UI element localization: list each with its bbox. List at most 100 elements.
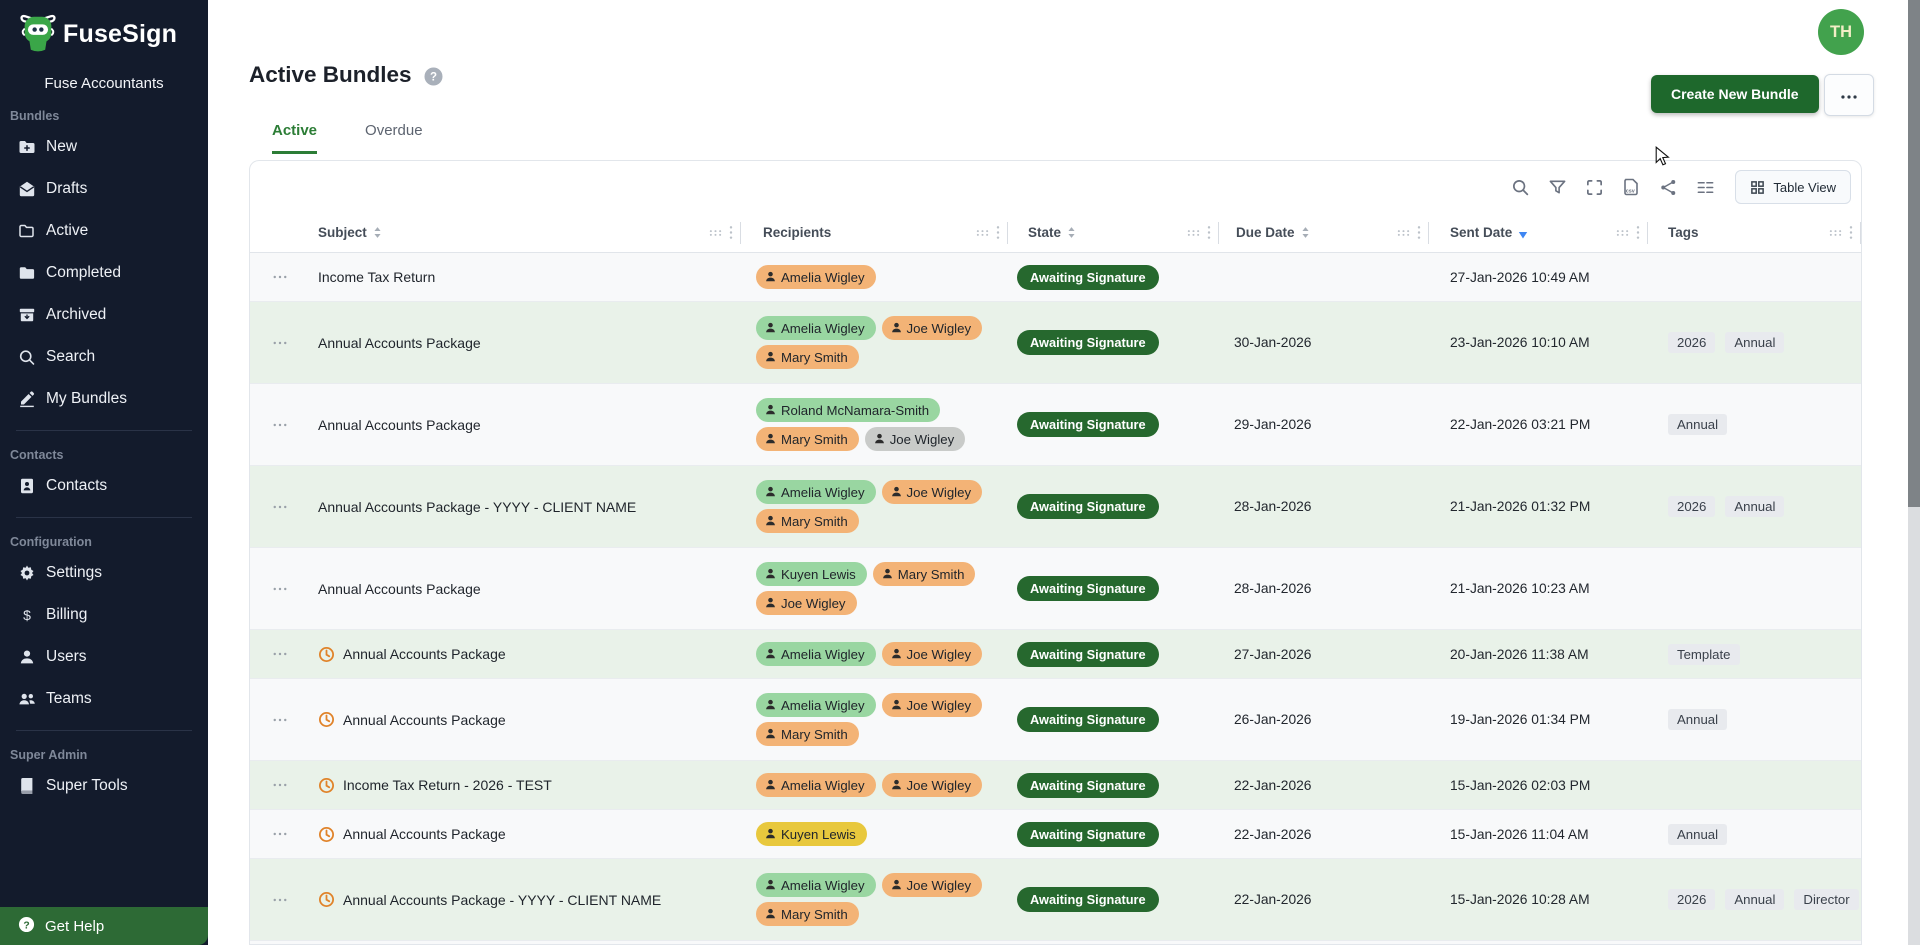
recipient-chip[interactable]: Joe Wigley <box>882 480 983 504</box>
row-menu-button[interactable] <box>269 501 291 513</box>
tag: Annual <box>1725 332 1784 353</box>
column-handles[interactable] <box>976 225 1000 240</box>
recipient-chip[interactable]: Mary Smith <box>873 562 976 586</box>
row-menu-button[interactable] <box>269 828 291 840</box>
sidebar-item-billing[interactable]: $Billing <box>0 594 208 636</box>
recipient-chip[interactable]: Amelia Wigley <box>756 642 876 666</box>
column-header-due-date[interactable]: Due Date <box>1219 213 1429 252</box>
table-row[interactable]: Annual Accounts Package Roland McNamara-S… <box>250 384 1861 466</box>
column-handles[interactable] <box>709 225 733 240</box>
table-row[interactable]: Annual Accounts PackageAmelia WigleyJoe … <box>250 302 1861 384</box>
recipient-chip[interactable]: Joe Wigley <box>882 773 983 797</box>
sidebar-item-drafts[interactable]: Drafts <box>0 168 208 210</box>
row-density-button[interactable] <box>1691 173 1719 201</box>
app-logo[interactable]: FuseSign <box>0 0 208 59</box>
recipient-chip[interactable]: Amelia Wigley <box>756 480 876 504</box>
column-handles[interactable] <box>1829 225 1853 240</box>
recipient-chip[interactable]: Joe Wigley <box>882 316 983 340</box>
row-actions-cell <box>250 761 310 809</box>
page-more-button[interactable] <box>1824 74 1874 116</box>
sidebar-item-settings[interactable]: Settings <box>0 552 208 594</box>
row-menu-button[interactable] <box>269 779 291 791</box>
table-row[interactable]: Income Tax Return - 2026 - TESTAmelia Wi… <box>250 761 1861 810</box>
create-new-bundle-button[interactable]: Create New Bundle <box>1651 75 1819 113</box>
recipient-chip[interactable]: Amelia Wigley <box>756 773 876 797</box>
recipient-chip[interactable]: Joe Wigley <box>882 642 983 666</box>
recipient-chip[interactable]: Mary Smith <box>756 722 859 746</box>
table-row[interactable]: Annual Accounts Package Amelia WigleyJoe … <box>250 679 1861 761</box>
recipients-cell: Amelia WigleyJoe Wigley Mary Smith <box>741 302 1008 383</box>
recipient-chip[interactable]: Amelia Wigley <box>756 693 876 717</box>
recipient-chip[interactable]: Amelia Wigley <box>756 265 876 289</box>
column-header-subject[interactable]: Subject <box>310 213 741 252</box>
sidebar-item-super-tools[interactable]: Super Tools <box>0 765 208 807</box>
recipient-chip[interactable]: Amelia Wigley <box>756 316 876 340</box>
fullscreen-button[interactable] <box>1580 173 1608 201</box>
recipient-chip[interactable]: Joe Wigley <box>882 693 983 717</box>
column-header-state[interactable]: State <box>1008 213 1219 252</box>
table-row[interactable]: Annual Accounts PackageKuyen LewisMary S… <box>250 548 1861 630</box>
recipient-chip[interactable]: Mary Smith <box>756 902 859 926</box>
recipient-chip[interactable]: Joe Wigley <box>756 591 857 615</box>
subject-text: Annual Accounts Package <box>318 417 481 433</box>
column-header-recipients[interactable]: Recipients <box>741 213 1008 252</box>
tab-overdue[interactable]: Overdue <box>365 122 423 154</box>
vertical-scrollbar[interactable] <box>1908 0 1920 945</box>
tag: Annual <box>1668 824 1727 845</box>
scrollbar-thumb[interactable] <box>1908 0 1920 507</box>
subject-text: Annual Accounts Package <box>343 712 506 728</box>
recipient-chip[interactable]: Mary Smith <box>756 427 859 451</box>
recipient-chip[interactable]: Mary Smith <box>756 509 859 533</box>
table-row[interactable]: Annual Accounts Package - YYYY - CLIENT … <box>250 859 1861 941</box>
row-menu-button[interactable] <box>269 419 291 431</box>
sidebar-item-search[interactable]: Search <box>0 336 208 378</box>
row-menu-button[interactable] <box>269 894 291 906</box>
row-menu-button[interactable] <box>269 271 291 283</box>
share-button[interactable] <box>1654 173 1682 201</box>
row-menu-button[interactable] <box>269 583 291 595</box>
column-handles[interactable] <box>1616 225 1640 240</box>
row-menu-button[interactable] <box>269 337 291 349</box>
table-row[interactable]: Annual Accounts PackageKuyen LewisAwaiti… <box>250 810 1861 859</box>
recipient-chip[interactable]: Amelia Wigley <box>756 873 876 897</box>
sidebar-item-new[interactable]: New <box>0 126 208 168</box>
sidebar-item-active[interactable]: Active <box>0 210 208 252</box>
recipient-chip[interactable]: Roland McNamara-Smith <box>756 398 940 422</box>
sidebar-item-users[interactable]: Users <box>0 636 208 678</box>
row-menu-button[interactable] <box>269 648 291 660</box>
recipient-chip[interactable]: Joe Wigley <box>882 873 983 897</box>
recipient-name: Joe Wigley <box>890 432 955 447</box>
subject-text: Annual Accounts Package <box>343 646 506 662</box>
column-handles[interactable] <box>1187 225 1211 240</box>
tab-active[interactable]: Active <box>272 122 317 154</box>
recipient-name: Mary Smith <box>781 907 848 922</box>
help-icon[interactable]: ? <box>424 67 443 86</box>
column-handles[interactable] <box>1397 225 1421 240</box>
export-csv-button[interactable]: csv <box>1617 173 1645 201</box>
recipient-chip[interactable]: Mary Smith <box>756 345 859 369</box>
sent-date-cell: 20-Jan-2026 11:38 AM <box>1429 630 1648 678</box>
sidebar-item-contacts[interactable]: Contacts <box>0 465 208 507</box>
column-header-label: Subject <box>318 225 367 240</box>
sidebar-item-teams[interactable]: Teams <box>0 678 208 720</box>
column-header-tags[interactable]: Tags <box>1648 213 1861 252</box>
table-row[interactable]: Income Tax ReturnAmelia WigleyAwaiting S… <box>250 253 1861 302</box>
sidebar-item-my-bundles[interactable]: My Bundles <box>0 378 208 420</box>
toolbar-icons: csv <box>1506 173 1719 201</box>
column-header-sent-date[interactable]: Sent Date <box>1429 213 1648 252</box>
filter-button[interactable] <box>1543 173 1571 201</box>
user-avatar[interactable]: TH <box>1818 9 1864 55</box>
table-row[interactable]: Annual Accounts Package - YYYY - CLIENT … <box>250 466 1861 548</box>
recipient-chip[interactable]: Kuyen Lewis <box>756 822 867 846</box>
sidebar-item-archived[interactable]: Archived <box>0 294 208 336</box>
tag: 2026 <box>1668 889 1715 910</box>
search-button[interactable] <box>1506 173 1534 201</box>
table-view-button[interactable]: Table View <box>1735 170 1851 204</box>
recipient-chip[interactable]: Joe Wigley <box>865 427 966 451</box>
recipient-chip[interactable]: Kuyen Lewis <box>756 562 867 586</box>
row-menu-button[interactable] <box>269 714 291 726</box>
sidebar-item-completed[interactable]: Completed <box>0 252 208 294</box>
get-help-button[interactable]: ? Get Help <box>0 907 208 945</box>
table-row[interactable]: Annual Accounts Package Amelia WigleyJoe … <box>250 630 1861 679</box>
bundles-table-card: csv Table View Subject RecipientsStateDue… <box>249 160 1862 945</box>
